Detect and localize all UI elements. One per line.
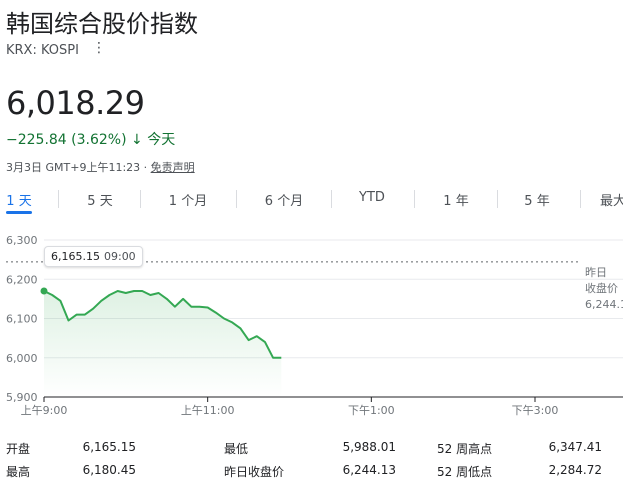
stat-52wk-low-value: 2,284.72 bbox=[548, 463, 602, 477]
tab-divider bbox=[140, 190, 141, 208]
quote-timestamp: 3月3日 GMT+9上午11:23 · 免责声明 bbox=[6, 159, 195, 175]
x-tick-label: 上午11:00 bbox=[181, 404, 235, 417]
x-tick-label: 下午1:00 bbox=[348, 404, 395, 417]
change-period: 今天 bbox=[147, 132, 176, 148]
stat-open-value: 6,165.15 bbox=[82, 440, 136, 454]
tab-5-years[interactable]: 5 年 bbox=[517, 190, 557, 212]
tab-1-year[interactable]: 1 年 bbox=[436, 190, 476, 212]
stat-52wk-low-label: 52 周低点 bbox=[437, 465, 493, 479]
tab-5-days[interactable]: 5 天 bbox=[80, 190, 120, 212]
active-tab-indicator bbox=[6, 211, 32, 214]
ticker-symbol: KRX: KOSPI bbox=[6, 43, 79, 58]
price-area bbox=[44, 291, 282, 397]
stat-open-label: 开盘 bbox=[6, 442, 31, 456]
arrow-down-icon: ↓ bbox=[131, 132, 143, 148]
y-tick-label: 6,200 bbox=[6, 273, 38, 286]
y-tick-label: 6,300 bbox=[6, 234, 38, 247]
tab-max[interactable]: 最大 bbox=[600, 190, 623, 212]
previous-close-label: 收盘价 bbox=[585, 281, 618, 295]
x-axis-labels: 上午9:00 上午11:00 下午1:00 下午3:00 bbox=[21, 397, 559, 417]
stat-prev-close-label: 昨日收盘价 bbox=[224, 465, 285, 479]
page-title: 韩国综合股价指数 bbox=[6, 10, 198, 38]
tooltip-value: 6,165.15 bbox=[51, 250, 100, 263]
y-axis-labels: 6,300 6,200 6,100 6,000 5,900 bbox=[6, 234, 38, 404]
tab-1-month[interactable]: 1 个月 bbox=[162, 190, 214, 212]
tab-ytd[interactable]: YTD bbox=[352, 190, 392, 212]
tab-divider bbox=[331, 190, 332, 208]
disclaimer-link[interactable]: 免责声明 bbox=[151, 161, 195, 174]
stat-52wk-high-label: 52 周高点 bbox=[437, 442, 493, 456]
tab-6-months[interactable]: 6 个月 bbox=[258, 190, 310, 212]
timestamp-text: 3月3日 GMT+9上午11:23 · bbox=[6, 161, 151, 174]
change-value: −225.84 (3.62%) bbox=[6, 132, 127, 148]
hover-point-marker bbox=[40, 287, 48, 295]
previous-close-value: 6,244.1 bbox=[585, 298, 623, 311]
tab-divider bbox=[236, 190, 237, 208]
current-price: 6,018.29 bbox=[6, 84, 145, 122]
stat-prev-close-value: 6,244.13 bbox=[342, 463, 396, 477]
y-tick-label: 6,000 bbox=[6, 352, 38, 365]
stat-low-label: 最低 bbox=[224, 442, 249, 456]
y-tick-label: 6,100 bbox=[6, 313, 38, 326]
tab-1-day[interactable]: 1 天 bbox=[6, 190, 32, 212]
stat-high-value: 6,180.45 bbox=[82, 463, 136, 477]
x-tick-label: 上午9:00 bbox=[21, 404, 68, 417]
x-tick-label: 下午3:00 bbox=[512, 404, 559, 417]
stat-low-value: 5,988.01 bbox=[342, 440, 396, 454]
tab-divider bbox=[58, 190, 59, 208]
tab-divider bbox=[580, 190, 581, 208]
tab-divider bbox=[497, 190, 498, 208]
previous-close-label: 昨日 bbox=[585, 266, 607, 279]
y-tick-label: 5,900 bbox=[6, 391, 38, 404]
chart-tooltip: 6,165.15 09:00 bbox=[44, 246, 143, 267]
stat-high-label: 最高 bbox=[6, 465, 31, 479]
price-change: −225.84 (3.62%) ↓ 今天 bbox=[6, 129, 175, 149]
stat-52wk-high-value: 6,347.41 bbox=[548, 440, 602, 454]
more-vert-icon[interactable]: ⋮ bbox=[92, 40, 106, 56]
tab-divider bbox=[414, 190, 415, 208]
tooltip-time: 09:00 bbox=[103, 250, 136, 263]
